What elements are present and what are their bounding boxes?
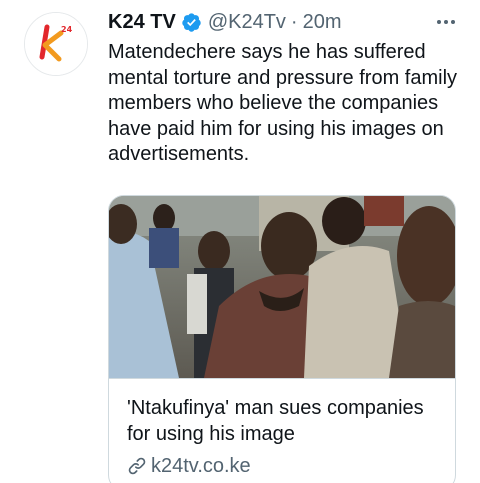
tweet[interactable]: 24 K24 TV @K24Tv · 20m Matendechere says…: [0, 0, 480, 483]
link-card[interactable]: 'Ntakufinya' man sues companies for usin…: [108, 195, 456, 483]
handle[interactable]: @K24Tv: [208, 11, 286, 34]
tweet-text: Matendechere says he has suffered mental…: [108, 41, 458, 165]
more-horizontal-icon[interactable]: [432, 10, 460, 34]
svg-text:24: 24: [61, 25, 73, 34]
k24-logo-icon: 24: [25, 13, 87, 75]
card-domain[interactable]: k24tv.co.ke: [127, 453, 251, 479]
card-title[interactable]: 'Ntakufinya' man sues companies for usin…: [127, 395, 447, 447]
verified-badge-icon: [182, 12, 201, 32]
separator-dot: ·: [290, 10, 298, 33]
card-image[interactable]: [109, 196, 455, 379]
news-photo: [109, 196, 455, 378]
more-dot: [437, 20, 441, 24]
more-dot: [451, 20, 455, 24]
card-domain-text: k24tv.co.ke: [151, 454, 251, 477]
display-name[interactable]: K24 TV: [108, 11, 176, 34]
timestamp[interactable]: 20m: [303, 11, 342, 34]
link-icon: [128, 457, 146, 475]
tweet-header: K24 TV @K24Tv · 20m: [108, 8, 342, 36]
avatar[interactable]: 24: [24, 12, 88, 76]
more-dot: [444, 20, 448, 24]
